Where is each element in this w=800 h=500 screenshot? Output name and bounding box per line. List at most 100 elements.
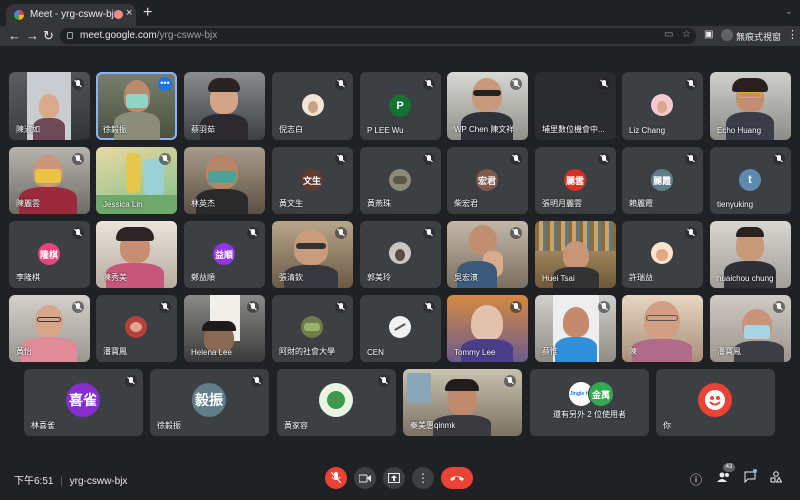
participant-tile[interactable]: Helena Lee [184, 295, 265, 362]
participant-tile[interactable]: 秦美惠qinmk [403, 369, 522, 436]
participant-name: 埔里數位機會中... [542, 125, 605, 134]
mic-muted-icon [125, 375, 137, 387]
more-participants-tile[interactable]: Jingle Ho 金萬 還有另外 2 位使用者 [530, 369, 649, 436]
incognito-label[interactable]: 無痕式視窗 [736, 30, 781, 43]
participant-tile[interactable]: 宏君 柴宏君 [447, 147, 528, 214]
side-panel-icon[interactable]: ▣ [704, 29, 713, 40]
participant-name: 黃怡 [16, 347, 32, 356]
participant-tile[interactable]: 陳 [622, 295, 703, 362]
mic-muted-icon [378, 375, 390, 387]
participant-tile[interactable]: 麗雲 張明月麗雲 [535, 147, 616, 214]
participant-tile[interactable]: 毅振 徐毅振 [150, 369, 269, 436]
participant-tile[interactable]: Liz Chang [622, 72, 703, 140]
participant-tile[interactable]: 喜雀 林喜雀 [24, 369, 143, 436]
participant-tile[interactable]: 蔡惟 [535, 295, 616, 362]
hang-up-icon [450, 476, 464, 481]
participant-tile[interactable]: 吳宏濱 [447, 221, 528, 288]
letter-avatar: 文生 [301, 169, 323, 191]
more-participants-label: 還有另外 2 位使用者 [553, 410, 626, 419]
camera-toggle-button[interactable] [354, 467, 376, 489]
present-screen-button[interactable] [383, 467, 405, 489]
url-text: meet.google.com/yrg-csww-bjx [80, 30, 218, 41]
participant-tile[interactable]: 阿財的社會大學 [272, 295, 353, 362]
participant-tile[interactable]: 林英杰 [184, 147, 265, 214]
tab-search-icon[interactable]: ⌄ [785, 6, 793, 17]
letter-avatar: 喜雀 [66, 383, 100, 417]
participant-tile[interactable]: 隆棋 李隆棋 [9, 221, 90, 288]
participant-tile[interactable]: Jessica Lin [96, 147, 177, 214]
more-options-button[interactable]: ⋮ [412, 467, 434, 489]
tab-close-button[interactable]: × [126, 7, 132, 19]
participant-tile[interactable]: 蔡羽茹 [184, 72, 265, 140]
participant-tile[interactable]: Tommy Lee [447, 295, 528, 362]
participant-tile[interactable]: 黃怡 [9, 295, 90, 362]
letter-avatar: 麗雲 [564, 169, 586, 191]
participant-name: 陳淑如 [16, 125, 40, 134]
participant-tile[interactable]: 倪志白 [272, 72, 353, 140]
more-options-icon[interactable]: ••• [158, 77, 172, 91]
meeting-info-icon[interactable]: ⓘ [690, 471, 702, 488]
present-screen-icon [388, 473, 400, 483]
mic-muted-icon [773, 301, 785, 313]
participant-tile[interactable]: CEN [360, 295, 441, 362]
browser-menu-button[interactable]: ⋮ [787, 28, 798, 41]
activities-icon[interactable] [770, 471, 783, 486]
participant-tile[interactable]: 郭美玲 [360, 221, 441, 288]
mic-muted-icon [504, 375, 516, 387]
incognito-avatar[interactable] [721, 29, 733, 41]
participant-tile[interactable]: 埔里數位機會中... [535, 72, 616, 140]
leave-call-button[interactable] [441, 467, 473, 489]
participant-tile[interactable]: 益順 鄭益順 [184, 221, 265, 288]
forward-button[interactable]: → [26, 28, 39, 44]
participant-tile[interactable]: 黃燕珠 [360, 147, 441, 214]
profile-photo-avatar [389, 316, 411, 338]
participant-tile[interactable]: t tienyuking [710, 147, 791, 214]
mic-muted-icon [247, 227, 259, 239]
participant-tile[interactable]: 黃家容 [277, 369, 396, 436]
mic-muted-icon [72, 227, 84, 239]
profile-photo-avatar [651, 242, 673, 264]
participant-tile[interactable]: 陳淑如 [9, 72, 90, 140]
participant-tile[interactable]: huaichou chung [710, 221, 791, 288]
participant-name: Helena Lee [191, 348, 232, 357]
camera-in-use-icon[interactable]: ▭ [664, 29, 673, 40]
letter-avatar: 宏君 [476, 169, 498, 191]
letter-avatar: t [739, 169, 761, 191]
participant-tile[interactable]: 陳秀美 [96, 221, 177, 288]
browser-tab-meet[interactable]: Meet - yrg-csww-bjx × [6, 4, 136, 26]
letter-avatar: 金萬 [588, 381, 614, 407]
bookmark-star-icon[interactable]: ☆ [682, 29, 691, 40]
participant-tile[interactable]: 潘寶鳳 [96, 295, 177, 362]
participant-tile[interactable]: 潘寶鳳 [710, 295, 791, 362]
reload-button[interactable]: ↻ [43, 28, 54, 44]
meet-control-bar: 下午6:51 | yrg-csww-bjx ⋮ ⓘ 43 [0, 455, 800, 500]
microphone-toggle-button[interactable] [325, 467, 347, 489]
participant-name: CEN [367, 348, 384, 357]
participant-tile[interactable]: 許瑞益 [622, 221, 703, 288]
mic-muted-icon [423, 227, 435, 239]
participant-tile[interactable]: P P LEE Wu [360, 72, 441, 140]
meeting-code: yrg-csww-bjx [69, 476, 128, 487]
address-bar[interactable]: meet.google.com/yrg-csww-bjx ▭ ☆ [60, 28, 696, 44]
participant-tile[interactable]: ••• 徐毅振 [96, 72, 177, 140]
participant-tile[interactable]: Huei Tsai [535, 221, 616, 288]
back-button[interactable]: ← [8, 28, 21, 44]
participant-tile[interactable]: Echo Huang [710, 72, 791, 140]
mic-muted-icon [72, 153, 84, 165]
current-time: 下午6:51 [14, 476, 54, 487]
participant-tile[interactable]: 張清欽 [272, 221, 353, 288]
self-avatar [698, 383, 732, 417]
participant-tile[interactable]: WP Chen 陳文祥 [447, 72, 528, 140]
participant-name: 阿財的社會大學 [279, 347, 335, 356]
participant-tile[interactable]: 麗霞 賴麗霞 [622, 147, 703, 214]
participant-name: 蔡羽茹 [191, 125, 215, 134]
participant-name: 張清欽 [279, 273, 303, 282]
participant-tile[interactable]: 文生 黃文生 [272, 147, 353, 214]
new-tab-button[interactable]: + [143, 4, 152, 22]
participant-tile[interactable]: 陳麗雲 [9, 147, 90, 214]
participant-name: 你 [663, 421, 671, 430]
participants-icon[interactable] [717, 471, 731, 486]
mic-muted-icon [159, 301, 171, 313]
self-tile[interactable]: 你 [656, 369, 775, 436]
chat-icon[interactable] [744, 471, 756, 486]
